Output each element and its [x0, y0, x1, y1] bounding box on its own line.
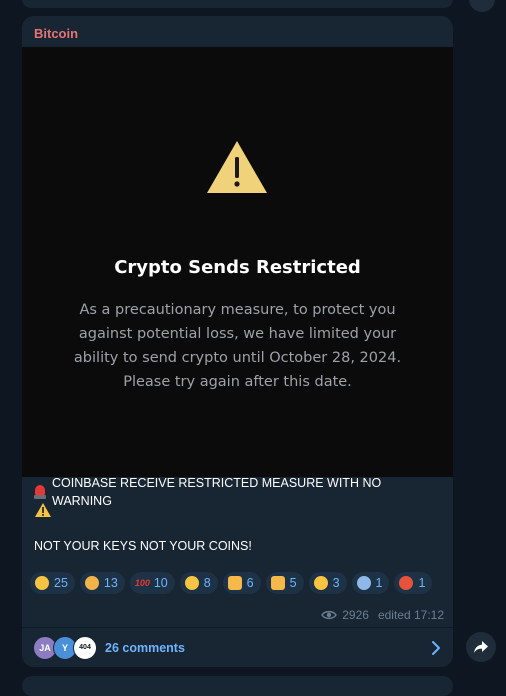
channel-name[interactable]: Bitcoin — [34, 26, 78, 41]
message-meta: 2926 edited 17:12 — [314, 608, 444, 622]
reaction-count: 6 — [246, 576, 254, 590]
message-line-text: NOT YOUR KEYS NOT YOUR COINS! — [34, 539, 252, 553]
next-message-bubble — [22, 676, 453, 696]
message-line: COINBASE RECEIVE RESTRICTED MEASURE WITH… — [34, 476, 444, 508]
grimacing-face-icon — [184, 576, 199, 590]
warning-triangle-icon — [207, 141, 267, 193]
reaction-cowboy[interactable]: 13 — [79, 572, 125, 594]
thumbs-down-icon — [270, 576, 285, 590]
reaction-count: 10 — [153, 576, 168, 590]
reaction-screaming[interactable]: 1 — [351, 572, 390, 594]
avatar: 404 — [73, 635, 97, 660]
message-photo[interactable]: Crypto Sends Restricted As a precautiona… — [22, 47, 453, 477]
screaming-face-icon — [356, 576, 371, 590]
thumbs-up-icon — [227, 576, 242, 590]
eye-icon — [321, 610, 338, 620]
reaction-count: 1 — [375, 576, 383, 590]
reaction-hundred[interactable]: 100 10 — [129, 572, 175, 594]
restriction-body: As a precautionary measure, to protect y… — [57, 298, 418, 394]
reaction-count: 5 — [289, 576, 297, 590]
hundred-points-icon: 100 — [134, 578, 150, 588]
comments-button[interactable]: JA Y 404 26 comments — [22, 628, 453, 667]
reaction-grimacing[interactable]: 8 — [179, 572, 218, 594]
reaction-angry[interactable]: 1 — [394, 572, 433, 594]
reaction-count: 3 — [332, 576, 340, 590]
reaction-count: 1 — [418, 576, 426, 590]
angry-cursing-face-icon — [399, 576, 414, 590]
comments-label[interactable]: 26 comments — [105, 641, 185, 655]
cowboy-face-icon — [84, 576, 99, 590]
confused-face-icon — [313, 576, 328, 590]
chevron-right-icon — [432, 641, 440, 655]
reaction-crying[interactable]: 25 — [30, 572, 75, 594]
reaction-thumbs-up[interactable]: 6 — [222, 572, 261, 594]
restriction-body-line: Please try again after this date. — [123, 374, 352, 390]
previous-share-button[interactable] — [469, 0, 495, 12]
share-button[interactable] — [466, 632, 496, 662]
message-text: COINBASE RECEIVE RESTRICTED MEASURE WITH… — [34, 476, 444, 555]
reaction-count: 8 — [203, 576, 211, 590]
reactions-bar: 25 13 100 10 8 6 5 3 1 1 — [30, 572, 450, 594]
warning-icon — [35, 503, 51, 517]
reaction-count: 13 — [103, 576, 118, 590]
crying-face-icon — [35, 576, 49, 590]
view-count: 2926 — [342, 608, 369, 622]
restriction-title: Crypto Sends Restricted — [114, 257, 361, 278]
restriction-body-line: against potential loss, we have limited … — [78, 326, 397, 342]
message-line: NOT YOUR KEYS NOT YOUR COINS! — [34, 537, 444, 555]
reaction-thumbs-down[interactable]: 5 — [265, 572, 304, 594]
message-bubble: Bitcoin Crypto Sends Restricted As a pre… — [22, 16, 453, 667]
edited-time: edited 17:12 — [377, 608, 444, 622]
reaction-count: 25 — [54, 576, 68, 590]
restriction-body-line: As a precautionary measure, to protect y… — [79, 302, 396, 318]
message-line-text: COINBASE RECEIVE RESTRICTED MEASURE WITH… — [51, 476, 382, 508]
police-siren-icon — [34, 485, 46, 499]
share-arrow-icon — [474, 641, 488, 653]
reaction-confused[interactable]: 3 — [308, 572, 347, 594]
restriction-body-line: ability to send crypto until October 28,… — [73, 350, 402, 366]
previous-message-bubble — [22, 0, 453, 8]
commenter-avatars: JA Y 404 — [33, 635, 97, 660]
